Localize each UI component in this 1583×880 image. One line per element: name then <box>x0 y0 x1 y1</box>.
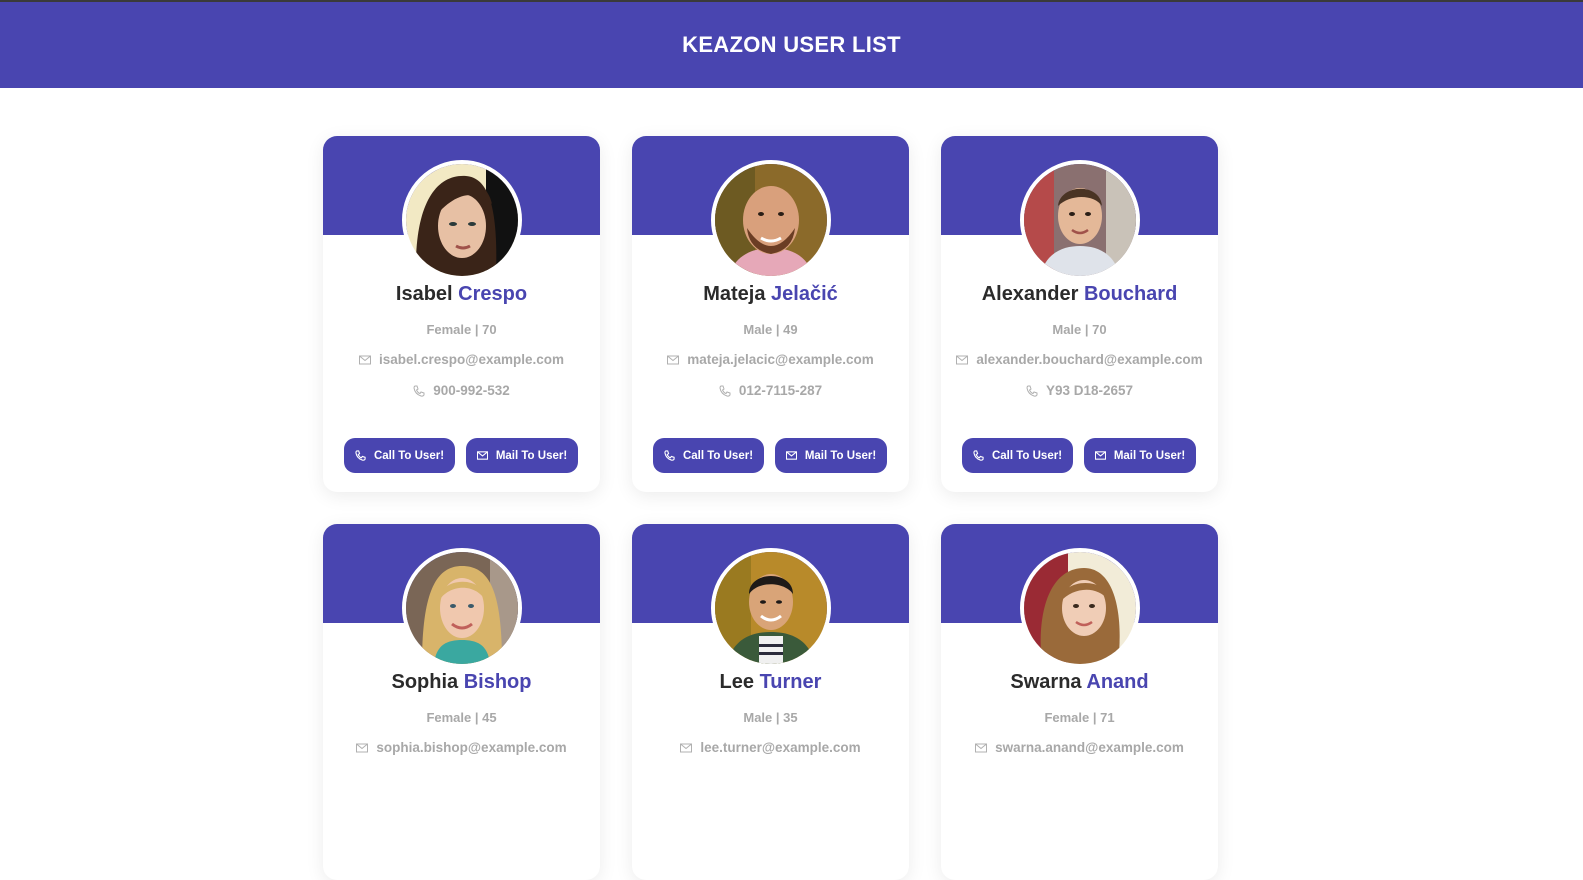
phone-icon <box>355 450 366 461</box>
mail-icon <box>975 742 988 754</box>
user-card: Alexander Bouchard Male | 70 alexander.b… <box>941 136 1218 492</box>
user-name: Alexander Bouchard <box>941 283 1218 306</box>
mail-icon <box>680 742 693 754</box>
user-last-name: Turner <box>759 671 822 693</box>
user-last-name: Bishop <box>463 671 532 693</box>
user-avatar <box>1020 548 1140 668</box>
user-avatar <box>711 548 831 668</box>
user-name: Swarna Anand <box>941 671 1218 694</box>
user-gender-age: Female | 45 <box>426 710 497 725</box>
user-email[interactable]: isabel.crespo@example.com <box>379 352 564 367</box>
user-last-name: Bouchard <box>1083 283 1178 305</box>
user-card: Swarna Anand Female | 71 swarna.anand@ex… <box>941 524 1218 880</box>
call-button-label: Call To User! <box>991 449 1063 462</box>
phone-icon <box>664 450 675 461</box>
call-button-label: Call To User! <box>373 449 445 462</box>
user-first-name: Sophia <box>391 671 459 693</box>
mail-button-label: Mail To User! <box>804 449 877 462</box>
mail-button-label: Mail To User! <box>495 449 568 462</box>
user-last-name: Anand <box>1086 671 1149 693</box>
mail-icon <box>1094 450 1106 461</box>
user-gender-age: Female | 70 <box>426 322 497 337</box>
phone-icon <box>719 385 731 397</box>
user-phone[interactable]: Y93 D18-2657 <box>1046 383 1133 398</box>
user-email-row: lee.turner@example.com <box>632 740 909 755</box>
phone-icon <box>973 450 984 461</box>
user-gender-age: Female | 71 <box>1044 710 1115 725</box>
page-header: KEAZON USER LIST <box>0 2 1583 88</box>
user-name: Sophia Bishop <box>323 671 600 694</box>
user-card: Sophia Bishop Female | 45 sophia.bishop@… <box>323 524 600 880</box>
page-title: KEAZON USER LIST <box>682 32 901 57</box>
user-email-row: alexander.bouchard@example.com <box>941 352 1218 367</box>
user-phone-row: Y93 D18-2657 <box>941 383 1218 398</box>
call-user-button[interactable]: Call To User! <box>653 438 764 473</box>
mail-icon <box>356 742 369 754</box>
phone-icon <box>413 385 425 397</box>
user-first-name: Swarna <box>1010 671 1082 693</box>
mail-icon <box>956 354 969 366</box>
mail-icon <box>359 354 371 366</box>
user-email-row: mateja.jelacic@example.com <box>632 352 909 367</box>
user-gender-age: Male | 49 <box>743 322 798 337</box>
user-gender-age: Male | 70 <box>1052 322 1107 337</box>
user-phone-row: 012-7115-287 <box>632 383 909 398</box>
user-email[interactable]: mateja.jelacic@example.com <box>687 352 874 367</box>
user-email[interactable]: swarna.anand@example.com <box>995 740 1184 755</box>
user-card: Lee Turner Male | 35 lee.turner@example.… <box>632 524 909 880</box>
user-first-name: Lee <box>719 671 755 693</box>
user-name: Isabel Crespo <box>323 283 600 306</box>
user-name: Lee Turner <box>632 671 909 694</box>
call-user-button[interactable]: Call To User! <box>344 438 455 473</box>
user-last-name: Crespo <box>458 283 528 305</box>
mail-icon <box>476 450 488 461</box>
phone-icon <box>1026 385 1038 397</box>
mail-user-button[interactable]: Mail To User! <box>1084 438 1196 473</box>
user-first-name: Isabel <box>395 283 453 305</box>
user-gender-age: Male | 35 <box>743 710 798 725</box>
user-last-name: Jelačić <box>771 283 838 305</box>
user-phone[interactable]: 012-7115-287 <box>739 383 822 398</box>
user-first-name: Alexander <box>981 283 1079 305</box>
user-avatar <box>402 160 522 280</box>
user-name: Mateja Jelačić <box>632 283 909 306</box>
user-email[interactable]: alexander.bouchard@example.com <box>976 352 1202 367</box>
user-card: Mateja Jelačić Male | 49 mateja.jelacic@… <box>632 136 909 492</box>
user-phone[interactable]: 900-992-532 <box>433 383 510 398</box>
mail-button-label: Mail To User! <box>1113 449 1186 462</box>
user-card: Isabel Crespo Female | 70 isabel.crespo@… <box>323 136 600 492</box>
mail-user-button[interactable]: Mail To User! <box>775 438 887 473</box>
user-email[interactable]: lee.turner@example.com <box>700 740 860 755</box>
user-email-row: sophia.bishop@example.com <box>323 740 600 755</box>
user-email[interactable]: sophia.bishop@example.com <box>376 740 566 755</box>
user-avatar <box>1020 160 1140 280</box>
mail-user-button[interactable]: Mail To User! <box>466 438 578 473</box>
user-avatar <box>711 160 831 280</box>
mail-icon <box>785 450 797 461</box>
call-user-button[interactable]: Call To User! <box>962 438 1073 473</box>
user-phone-row: 900-992-532 <box>323 383 600 398</box>
user-email-row: isabel.crespo@example.com <box>323 352 600 367</box>
mail-icon <box>667 354 680 366</box>
user-first-name: Mateja <box>703 283 766 305</box>
user-avatar <box>402 548 522 668</box>
user-email-row: swarna.anand@example.com <box>941 740 1218 755</box>
call-button-label: Call To User! <box>682 449 754 462</box>
